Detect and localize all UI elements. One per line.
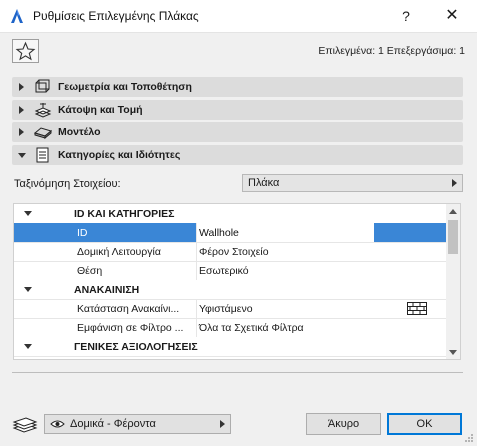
collapse-arrow-icon[interactable] — [24, 287, 32, 292]
geometry-icon — [35, 79, 50, 93]
property-name: Εμφάνιση σε Φίλτρο ... — [77, 322, 184, 334]
column-divider — [196, 318, 197, 337]
property-name: Θέση — [77, 265, 103, 277]
collapse-arrow-icon[interactable] — [24, 344, 32, 349]
structural-view-dropdown[interactable]: Δομικά - Φέροντα — [44, 414, 231, 434]
resize-grip-icon[interactable] — [464, 433, 474, 443]
property-value-field[interactable]: Φέρον Στοιχείο — [199, 246, 269, 258]
view-value: Δομικά - Φέροντα — [70, 418, 156, 430]
column-divider — [196, 242, 197, 261]
ok-button[interactable]: OK — [387, 413, 462, 435]
property-value-field[interactable]: Όλα τα Σχετικά Φίλτρα — [199, 322, 304, 334]
section-header-general-ratings[interactable]: ΓΕΝΙΚΕΣ ΑΞΙΟΛΟΓΗΣΕΙΣ — [14, 337, 446, 357]
table-row[interactable]: Δομική Λειτουργία Φέρον Στοιχείο — [14, 242, 446, 262]
archicad-logo-icon — [11, 9, 23, 23]
panel-model[interactable]: Μοντέλο — [12, 122, 463, 142]
expand-arrow-icon — [19, 83, 24, 91]
floorplan-icon — [34, 103, 52, 118]
vertical-scrollbar[interactable] — [446, 204, 460, 359]
table-row[interactable]: ID Wallhole — [14, 223, 446, 243]
table-row[interactable]: Θέση Εσωτερικό — [14, 261, 446, 281]
property-name: Κατάσταση Ανακαίνι... — [77, 303, 180, 315]
expand-arrow-icon — [19, 106, 24, 114]
table-row[interactable]: Κατάσταση Ανακαίνι... Υφιστάμενο — [14, 299, 446, 319]
panel-label: Μοντέλο — [58, 126, 101, 138]
scroll-up-arrow-icon[interactable] — [449, 209, 457, 214]
table-row[interactable]: Εμφάνιση σε Φίλτρο ... Όλα τα Σχετικά Φί… — [14, 318, 446, 338]
eye-icon — [50, 420, 65, 428]
close-button[interactable]: ✕ — [440, 6, 464, 26]
section-header-id-categories[interactable]: ID ΚΑΙ ΚΑΤΗΓΟΡΙΕΣ — [14, 204, 446, 224]
classification-dropdown[interactable]: Πλάκα — [242, 174, 463, 192]
properties-table[interactable]: ID ΚΑΙ ΚΑΤΗΓΟΡΙΕΣ ID Wallhole Δομική Λει… — [13, 203, 461, 360]
selection-highlight — [374, 223, 446, 242]
cancel-button[interactable]: Άκυρο — [306, 413, 381, 435]
property-value-field[interactable]: Εσωτερικό — [199, 265, 249, 277]
classification-label: Ταξινόμηση Στοιχείου: — [14, 178, 121, 190]
property-value-field[interactable]: Wallhole — [199, 227, 239, 239]
layers-icon[interactable] — [12, 417, 38, 435]
column-divider — [196, 299, 197, 318]
expand-arrow-icon — [19, 128, 24, 136]
property-name: ID — [77, 227, 88, 239]
panel-floorplan-section[interactable]: Κάτοψη και Τομή — [12, 100, 463, 120]
collapse-arrow-icon — [18, 153, 26, 158]
panel-label: Κάτοψη και Τομή — [58, 104, 143, 116]
column-divider — [196, 261, 197, 280]
divider — [12, 372, 463, 373]
panel-geometry[interactable]: Γεωμετρία και Τοποθέτηση — [12, 77, 463, 97]
model-icon — [34, 127, 52, 140]
property-name: Δομική Λειτουργία — [77, 246, 161, 258]
classification-value: Πλάκα — [248, 177, 280, 189]
selection-status: Επιλεγμένα: 1 Επεξεργάσιμα: 1 — [318, 45, 465, 57]
section-title: ΓΕΝΙΚΕΣ ΑΞΙΟΛΟΓΗΣΕΙΣ — [74, 341, 198, 353]
panel-label: Γεωμετρία και Τοποθέτηση — [58, 81, 192, 93]
panel-categories-properties[interactable]: Κατηγορίες και Ιδιότητες — [12, 145, 463, 165]
collapse-arrow-icon[interactable] — [24, 211, 32, 216]
brick-wall-icon[interactable] — [407, 302, 427, 315]
favorites-button[interactable] — [12, 39, 39, 63]
property-value-field[interactable]: Υφιστάμενο — [199, 303, 253, 315]
dropdown-arrow-icon — [220, 420, 225, 428]
help-button[interactable]: ? — [394, 6, 418, 26]
section-title: ID ΚΑΙ ΚΑΤΗΓΟΡΙΕΣ — [74, 208, 175, 220]
scroll-thumb[interactable] — [448, 220, 458, 254]
section-title: ΑΝΑΚΑΙΝΙΣΗ — [74, 284, 140, 296]
column-divider — [196, 223, 197, 242]
scroll-down-arrow-icon[interactable] — [449, 350, 457, 355]
dropdown-arrow-icon — [452, 179, 457, 187]
window-title: Ρυθμίσεις Επιλεγμένης Πλάκας — [33, 9, 199, 23]
properties-icon — [36, 147, 49, 163]
star-icon — [15, 41, 36, 61]
panel-label: Κατηγορίες και Ιδιότητες — [58, 149, 181, 161]
section-header-renovation[interactable]: ΑΝΑΚΑΙΝΙΣΗ — [14, 280, 446, 300]
